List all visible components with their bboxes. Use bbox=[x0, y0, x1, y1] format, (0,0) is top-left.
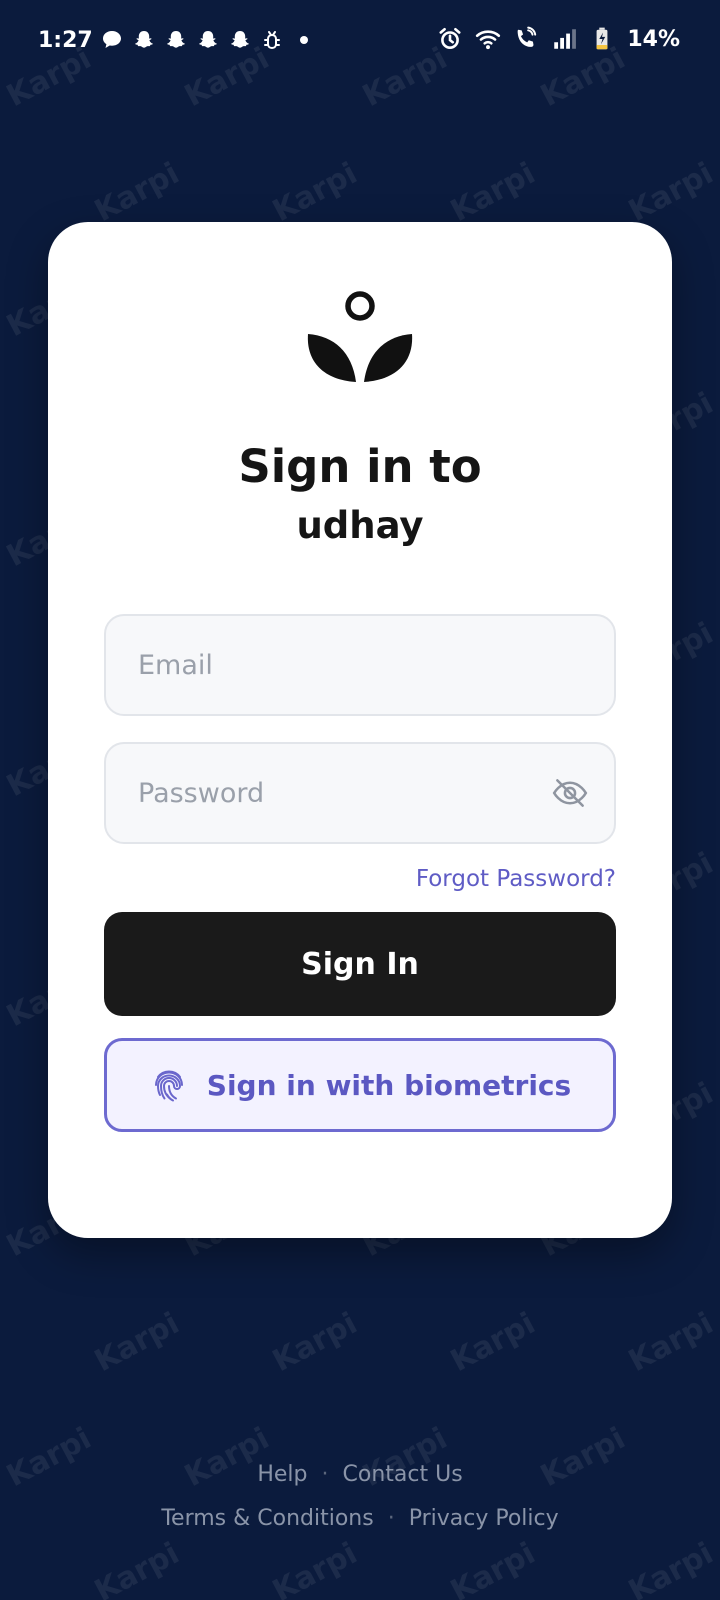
tenant-name: udhay bbox=[296, 504, 424, 547]
watermark-text: Karpi bbox=[623, 1535, 719, 1600]
wifi-call-icon bbox=[517, 26, 537, 47]
signal-icon bbox=[554, 29, 577, 49]
biometric-button-label: Sign in with biometrics bbox=[206, 1068, 572, 1102]
footer-separator: · bbox=[387, 1506, 395, 1531]
privacy-policy-link[interactable]: Privacy Policy bbox=[409, 1506, 559, 1531]
watermark-text: Karpi bbox=[89, 1305, 185, 1380]
notification-icons bbox=[100, 28, 316, 52]
watermark-text: Karpi bbox=[267, 1305, 363, 1380]
sign-in-button[interactable]: Sign In bbox=[104, 912, 616, 1016]
alarm-icon bbox=[439, 27, 461, 49]
fingerprint-icon bbox=[154, 1070, 183, 1102]
snapchat-ghost-icon bbox=[167, 31, 185, 48]
snapchat-ghost-icon bbox=[199, 31, 217, 48]
biometric-sign-in-button[interactable]: Sign in with biometrics bbox=[104, 1038, 616, 1132]
message-bubble-icon bbox=[103, 31, 121, 48]
watermark-text: Karpi bbox=[267, 1535, 363, 1600]
watermark-text: Karpi bbox=[267, 155, 363, 230]
email-field-container bbox=[104, 614, 616, 716]
wifi-icon bbox=[476, 30, 501, 50]
watermark-text: Karpi bbox=[623, 1305, 719, 1380]
dot-icon bbox=[300, 36, 308, 44]
password-field-container bbox=[104, 742, 616, 844]
watermark-text: Karpi bbox=[89, 155, 185, 230]
terms-link[interactable]: Terms & Conditions bbox=[161, 1506, 373, 1531]
forgot-password-link[interactable]: Forgot Password? bbox=[416, 866, 616, 892]
watermark-text: Karpi bbox=[89, 1535, 185, 1600]
status-bar: 1:27 14% bbox=[0, 0, 720, 84]
footer-links-row2: Terms & Conditions · Privacy Policy bbox=[0, 1506, 720, 1531]
footer-links-row1: Help · Contact Us bbox=[0, 1462, 720, 1487]
snapchat-ghost-icon bbox=[231, 31, 249, 48]
page-title: Sign in to bbox=[238, 440, 482, 493]
watermark-text: Karpi bbox=[445, 155, 541, 230]
sprout-logo-icon bbox=[307, 291, 413, 382]
status-time: 1:27 bbox=[38, 28, 93, 53]
footer-separator: · bbox=[321, 1462, 329, 1487]
email-field[interactable] bbox=[138, 649, 582, 681]
sign-in-card: Sign in to udhay Forgot Password? Sign I… bbox=[48, 222, 672, 1238]
watermark-text: Karpi bbox=[623, 155, 719, 230]
contact-us-link[interactable]: Contact Us bbox=[343, 1462, 463, 1487]
login-screen: Karpi Karpi Karpi Karpi Karpi Karpi Karpi Karpi… bbox=[0, 0, 720, 1600]
watermark-text: Karpi bbox=[445, 1305, 541, 1380]
eye-off-icon bbox=[552, 779, 588, 807]
toggle-password-visibility-button[interactable] bbox=[548, 771, 592, 815]
system-status-icons: 14% bbox=[437, 26, 680, 52]
battery-charging-icon bbox=[596, 27, 608, 50]
password-field[interactable] bbox=[138, 777, 548, 809]
battery-percent: 14% bbox=[627, 26, 680, 52]
help-link[interactable]: Help bbox=[257, 1462, 307, 1487]
watermark-text: Karpi bbox=[445, 1535, 541, 1600]
snapchat-ghost-icon bbox=[135, 31, 153, 48]
bug-icon bbox=[264, 31, 280, 50]
